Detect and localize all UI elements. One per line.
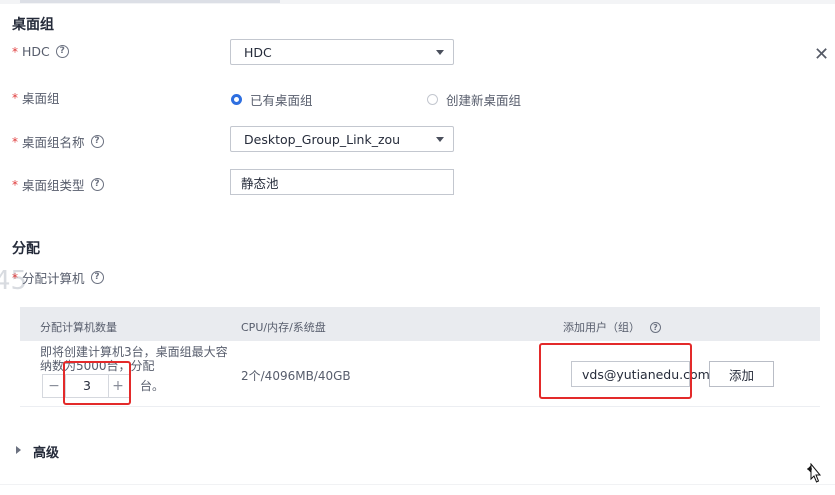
- column-header-users: 添加用户（组）: [563, 321, 640, 334]
- required-marker: *: [12, 134, 18, 149]
- column-header-quantity: 分配计算机数量: [40, 321, 117, 334]
- group-name-label-row: * 桌面组名称 ?: [12, 132, 104, 151]
- truncated-breadcrumb: [20, 0, 280, 3]
- expand-advanced-icon[interactable]: [16, 446, 21, 454]
- highlight-box-user: [539, 343, 692, 399]
- highlight-box-quantity: [63, 361, 131, 405]
- allocation-note-line1: 即将创建计算机3台，桌面组最大容: [40, 345, 228, 359]
- group-type-label-row: * 桌面组类型 ?: [12, 175, 104, 194]
- radio-new-label: 创建新桌面组: [446, 93, 522, 108]
- close-icon[interactable]: ✕: [814, 46, 829, 64]
- add-user-button[interactable]: 添加: [709, 361, 774, 387]
- radio-existing-group[interactable]: 已有桌面组: [231, 90, 313, 109]
- help-icon[interactable]: ?: [90, 271, 104, 284]
- bottom-divider: [0, 484, 835, 485]
- help-icon[interactable]: ?: [55, 45, 69, 58]
- chevron-down-icon: [436, 50, 444, 55]
- hdc-label: HDC: [22, 44, 50, 59]
- help-icon[interactable]: ?: [90, 135, 104, 148]
- group-name-select-value: Desktop_Group_Link_zou: [244, 131, 401, 147]
- computer-label: 分配计算机: [22, 271, 85, 286]
- group-type-field: 静态池: [230, 169, 454, 195]
- group-type-label: 桌面组类型: [22, 178, 85, 193]
- group-label-row: * 桌面组: [12, 88, 60, 107]
- hdc-select[interactable]: HDC: [230, 39, 454, 65]
- column-header-spec: CPU/内存/系统盘: [241, 321, 326, 334]
- chevron-down-icon: [436, 137, 444, 142]
- group-name-label: 桌面组名称: [22, 135, 85, 150]
- hdc-label-row: * HDC ?: [12, 44, 69, 59]
- table-header: [20, 307, 820, 341]
- help-icon[interactable]: ?: [650, 321, 661, 333]
- move-cursor-icon: [807, 463, 822, 483]
- radio-existing-label: 已有桌面组: [250, 93, 313, 108]
- allocation-section-title: 分配: [12, 241, 40, 257]
- column-header-users-row: 添加用户（组） ?: [563, 319, 661, 335]
- required-marker: *: [12, 270, 18, 285]
- spec-value: 2个/4096MB/40GB: [241, 369, 351, 383]
- required-marker: *: [12, 177, 18, 192]
- advanced-section-title[interactable]: 高级: [33, 442, 59, 461]
- help-icon[interactable]: ?: [90, 178, 104, 191]
- group-type-value: 静态池: [241, 175, 279, 191]
- table-row-divider: [20, 406, 820, 407]
- radio-selected-icon: [231, 94, 242, 105]
- radio-unselected-icon: [427, 94, 438, 105]
- decrement-button[interactable]: −: [43, 375, 65, 397]
- chevron-right-icon: [16, 446, 21, 454]
- required-marker: *: [12, 44, 18, 59]
- hdc-select-value: HDC: [244, 44, 272, 60]
- allocation-note-suffix: 台。: [140, 379, 165, 393]
- group-label: 桌面组: [22, 91, 60, 106]
- desktop-group-section-title: 桌面组: [12, 17, 54, 33]
- required-marker: *: [12, 90, 18, 105]
- group-name-select[interactable]: Desktop_Group_Link_zou: [230, 126, 454, 152]
- computer-label-row: * 分配计算机 ?: [12, 268, 104, 287]
- radio-new-group[interactable]: 创建新桌面组: [427, 90, 521, 109]
